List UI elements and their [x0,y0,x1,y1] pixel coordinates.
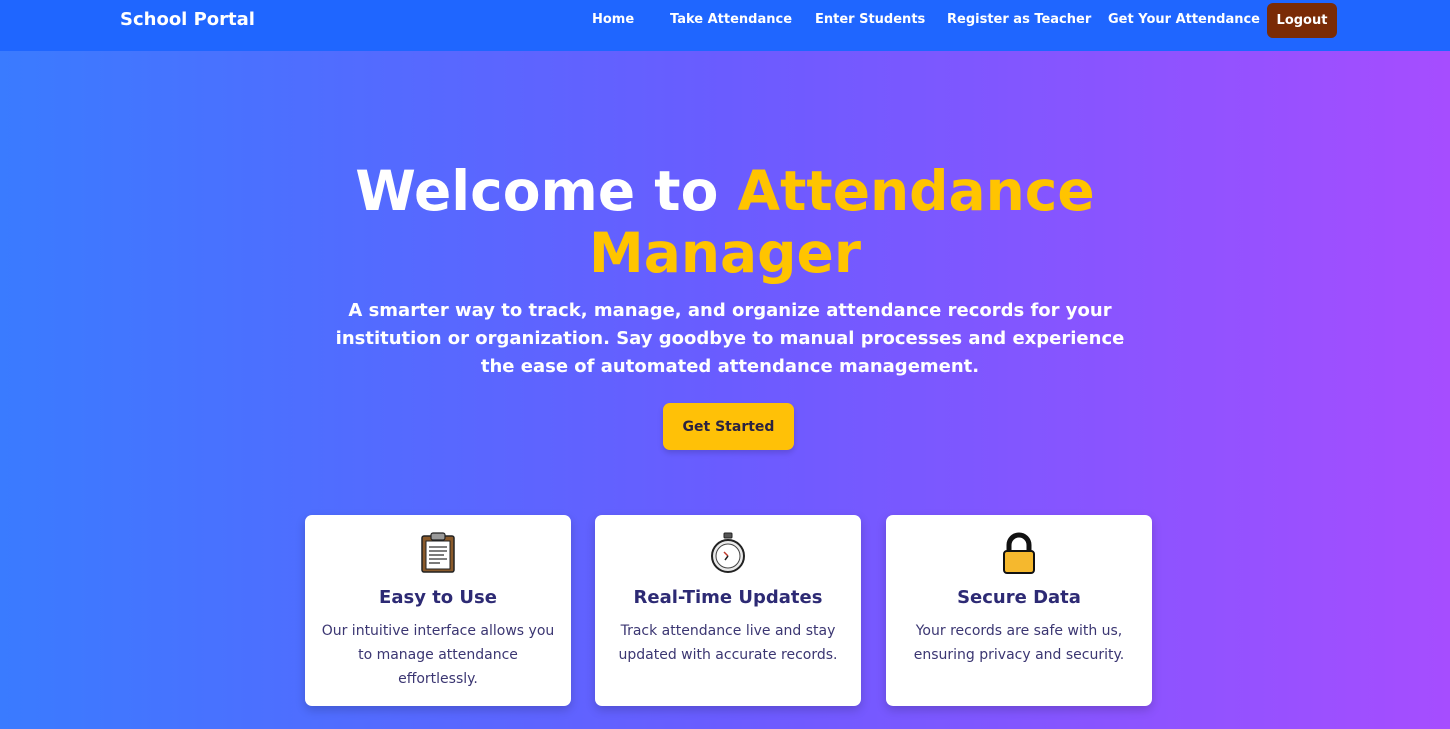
hero-title: Welcome to Attendance Manager [0,160,1450,284]
feature-card-secure: Secure Data Your records are safe with u… [886,515,1152,706]
feature-text: Track attendance live and stay updated w… [618,623,838,663]
feature-card-easy: Easy to Use Our intuitive interface allo… [305,515,571,706]
get-started-button[interactable]: Get Started [663,403,794,450]
nav-link-take-attendance[interactable]: Take Attendance [670,12,792,27]
hero-title-accent: Attendance [737,159,1095,223]
feature-title: Easy to Use [379,587,497,608]
hero-title-prefix: Welcome to [355,159,719,223]
nav-link-get-attendance[interactable]: Get Your Attendance [1108,12,1260,27]
clipboard-icon [421,532,455,573]
top-navbar: School Portal Home Take Attendance Enter… [0,0,1450,51]
logout-button[interactable]: Logout [1267,3,1337,38]
lock-icon [1003,532,1035,574]
feature-card-realtime: Real-Time Updates Track attendance live … [595,515,861,706]
hero-title-accent-2: Manager [589,221,861,285]
nav-link-enter-students[interactable]: Enter Students [815,12,925,27]
nav-link-home[interactable]: Home [592,12,634,27]
hero-subtitle: A smarter way to track, manage, and orga… [335,300,1125,377]
feature-text: Your records are safe with us, ensuring … [913,623,1125,663]
nav-link-register-teacher[interactable]: Register as Teacher [947,12,1091,27]
feature-text: Our intuitive interface allows you to ma… [321,623,555,687]
stopwatch-icon [711,532,745,573]
brand-logo-text[interactable]: School Portal [120,9,255,30]
feature-title: Real-Time Updates [633,587,823,608]
feature-title: Secure Data [957,587,1081,608]
